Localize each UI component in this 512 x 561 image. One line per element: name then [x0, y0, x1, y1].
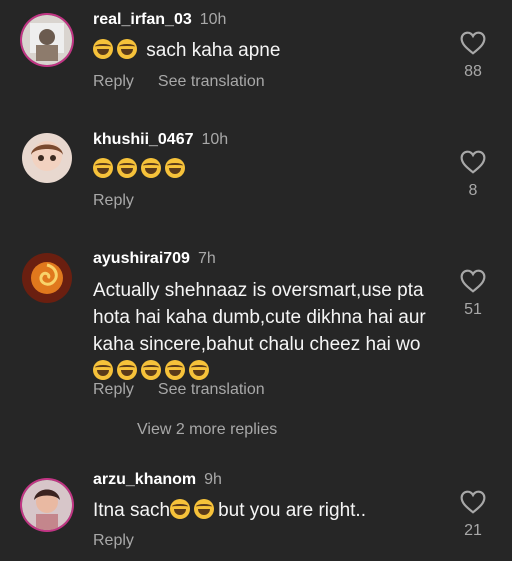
heart-outline-icon — [460, 31, 486, 55]
like-count: 21 — [464, 522, 482, 539]
timestamp: 7h — [197, 250, 216, 267]
like-button[interactable]: 88 — [448, 31, 498, 81]
comment-text — [93, 156, 448, 183]
heart-outline-icon — [460, 490, 486, 514]
reply-button[interactable]: Reply — [93, 532, 134, 549]
avatar[interactable] — [22, 15, 72, 65]
timestamp: 10h — [201, 131, 229, 148]
username[interactable]: ayushirai709 — [93, 250, 190, 267]
reply-button[interactable]: Reply — [93, 381, 134, 398]
heart-outline-icon — [460, 269, 486, 293]
timestamp: 9h — [204, 471, 222, 488]
timestamp: 10h — [199, 11, 227, 28]
face-with-tears-of-joy-icon — [165, 360, 185, 380]
comment-text: sach kaha apne — [93, 37, 448, 64]
like-button[interactable]: 8 — [448, 150, 498, 200]
face-with-tears-of-joy-icon — [194, 499, 215, 519]
face-with-tears-of-joy-icon — [117, 39, 137, 59]
comment-text: Actually shehnaaz is oversmart,use pta h… — [93, 277, 448, 385]
username[interactable]: arzu_khanom — [93, 471, 196, 488]
comment-text: Itna sach but you are right.. — [93, 497, 448, 524]
view-more-replies-button[interactable]: View 2 more replies — [137, 421, 277, 439]
face-with-tears-of-joy-icon — [141, 360, 161, 380]
heart-outline-icon — [460, 150, 486, 174]
like-button[interactable]: 51 — [448, 269, 498, 319]
face-with-tears-of-joy-icon — [93, 39, 113, 59]
avatar[interactable] — [22, 480, 72, 530]
face-with-tears-of-joy-icon — [117, 360, 137, 380]
avatar[interactable] — [22, 253, 72, 303]
face-with-tears-of-joy-icon — [189, 360, 209, 380]
reply-button[interactable]: Reply — [93, 73, 134, 90]
like-button[interactable]: 21 — [448, 490, 498, 540]
face-with-tears-of-joy-icon — [141, 158, 161, 178]
comment-text-content: but you are right.. — [218, 500, 366, 521]
see-translation-button[interactable]: See translation — [158, 381, 265, 398]
comment-text-content: Actually shehnaaz is oversmart,use pta h… — [93, 280, 426, 355]
face-with-tears-of-joy-icon — [170, 499, 191, 519]
face-with-tears-of-joy-icon — [165, 158, 185, 178]
username[interactable]: real_irfan_03 — [93, 11, 192, 28]
face-with-tears-of-joy-icon — [117, 158, 137, 178]
username[interactable]: khushii_0467 — [93, 131, 194, 148]
face-with-tears-of-joy-icon — [93, 360, 113, 380]
like-count: 88 — [464, 63, 482, 80]
reply-button[interactable]: Reply — [93, 192, 134, 209]
see-translation-button[interactable]: See translation — [158, 73, 265, 90]
comment-text-content: sach kaha apne — [146, 40, 281, 61]
face-with-tears-of-joy-icon — [93, 158, 113, 178]
like-count: 8 — [468, 182, 478, 199]
comment-text-content: Itna sach — [93, 500, 171, 521]
like-count: 51 — [464, 301, 482, 318]
avatar[interactable] — [22, 133, 72, 183]
